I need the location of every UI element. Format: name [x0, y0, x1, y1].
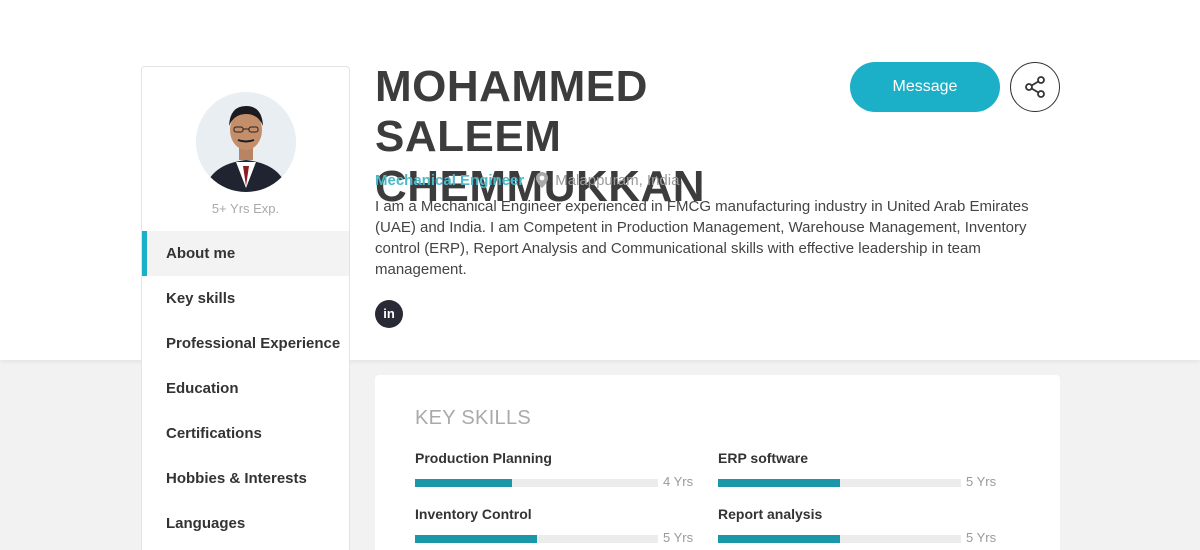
- skill-years: 5 Yrs: [966, 474, 997, 489]
- job-title: Mechanical Engineer: [375, 171, 525, 189]
- skill-bar-fill: [415, 535, 537, 543]
- experience-label: 5+ Yrs Exp.: [211, 201, 280, 216]
- skill-bar-fill: [718, 479, 840, 487]
- message-button[interactable]: Message: [850, 62, 1000, 112]
- nav-item-hobbies[interactable]: Hobbies & Interests: [142, 456, 349, 501]
- skill-years: 4 Yrs: [663, 474, 694, 489]
- skill-bar-fill: [718, 535, 840, 543]
- nav-item-certifications[interactable]: Certifications: [142, 411, 349, 456]
- skill-name: Inventory Control: [415, 506, 532, 522]
- nav-item-languages[interactable]: Languages: [142, 501, 349, 546]
- linkedin-icon[interactable]: in: [375, 300, 403, 328]
- key-skills-heading: KEY SKILLS: [415, 407, 532, 429]
- skill-item: ERP software 5 Yrs: [718, 450, 998, 490]
- nav-item-professional-experience[interactable]: Professional Experience: [142, 321, 349, 366]
- skill-bar-track: [415, 479, 658, 487]
- skill-years: 5 Yrs: [966, 530, 997, 545]
- section-nav: About me Key skills Professional Experie…: [142, 231, 349, 546]
- skill-item: Production Planning 4 Yrs: [415, 450, 695, 490]
- skill-bar-track: [718, 479, 961, 487]
- location-text: Malappuram, India: [555, 171, 680, 189]
- skill-years: 5 Yrs: [663, 530, 694, 545]
- location-pin-icon: [536, 172, 549, 188]
- avatar-portrait: [196, 92, 296, 192]
- skill-name: Production Planning: [415, 450, 552, 466]
- title-location-row: Mechanical Engineer Malappuram, India: [375, 170, 679, 190]
- skill-bar-fill: [415, 479, 513, 487]
- avatar: [196, 92, 296, 192]
- about-summary: I am a Mechanical Engineer experienced i…: [375, 198, 1029, 278]
- nav-item-education[interactable]: Education: [142, 366, 349, 411]
- skill-bar-track: [415, 535, 658, 543]
- share-button[interactable]: [1010, 62, 1060, 112]
- nav-item-about-me[interactable]: About me: [142, 231, 349, 276]
- skill-bar-track: [718, 535, 961, 543]
- skill-name: ERP software: [718, 450, 808, 466]
- nav-item-key-skills[interactable]: Key skills: [142, 276, 349, 321]
- skill-name: Report analysis: [718, 506, 823, 522]
- profile-sidebar: 5+ Yrs Exp. About me Key skills Professi…: [141, 66, 350, 550]
- key-skills-card: KEY SKILLS Production Planning 4 Yrs ERP…: [375, 375, 1060, 550]
- share-icon: [1025, 76, 1045, 98]
- skill-item: Inventory Control 5 Yrs: [415, 506, 695, 546]
- skill-item: Report analysis 5 Yrs: [718, 506, 998, 546]
